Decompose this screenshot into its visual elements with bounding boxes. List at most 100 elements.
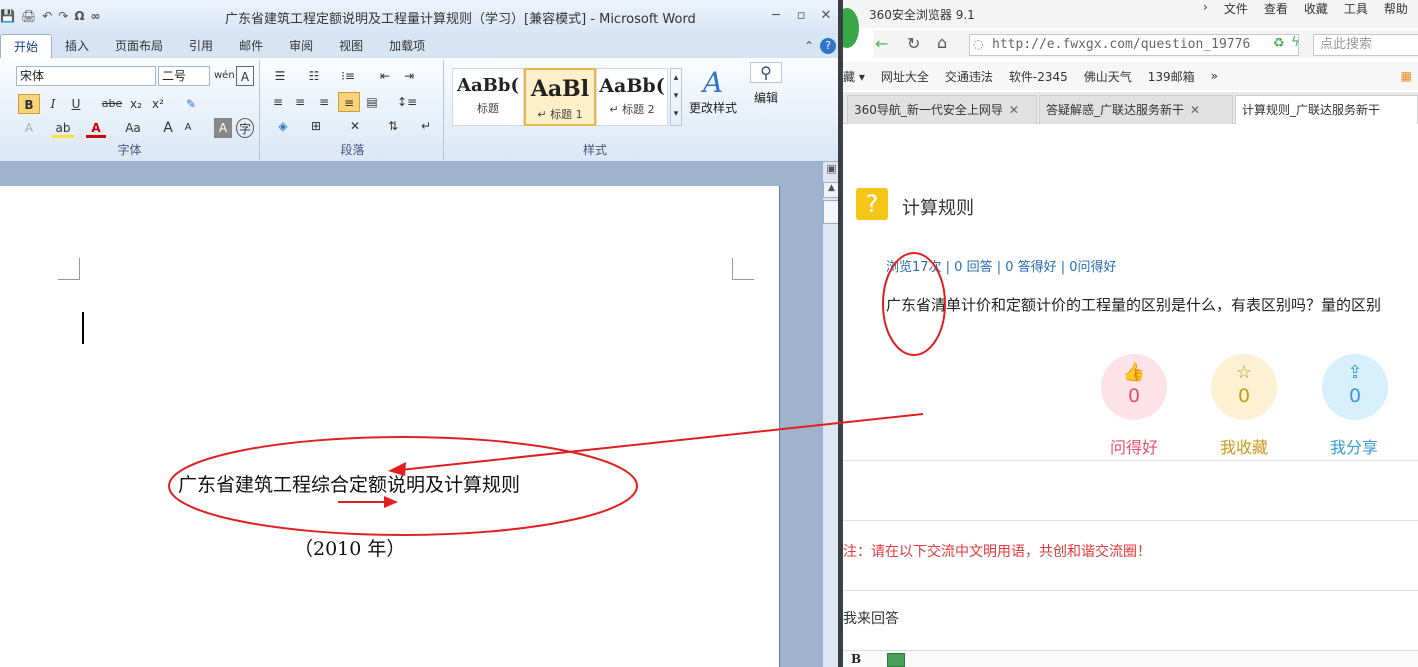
underline-button[interactable]: U bbox=[66, 94, 86, 114]
ribbon-collapse-icon[interactable]: ⌃ bbox=[804, 39, 814, 53]
styles-scroll-icon[interactable]: ▴ ▾ ▾ bbox=[670, 68, 682, 126]
tab-view[interactable]: 视图 bbox=[326, 34, 376, 58]
sort-icon[interactable]: ⇅ bbox=[382, 116, 404, 136]
font-color-button[interactable]: A bbox=[86, 118, 106, 138]
minimize-button[interactable]: ─ bbox=[765, 8, 787, 24]
maximize-button[interactable]: ▫ bbox=[790, 8, 812, 24]
url-input[interactable]: http://e.fwxgx.com/question_19776 bbox=[969, 34, 1299, 56]
borders-icon[interactable]: ⊞ bbox=[304, 116, 328, 136]
browser-logo-icon bbox=[843, 8, 859, 48]
change-styles-button[interactable]: A 更改样式 bbox=[686, 66, 740, 116]
search-input[interactable]: 点此搜索 bbox=[1313, 34, 1418, 56]
align-right-icon[interactable]: ≡ bbox=[314, 92, 334, 112]
style-heading-2[interactable]: AaBb( ↵ 标题 2 bbox=[596, 68, 668, 126]
font-name-select[interactable]: 宋体 bbox=[16, 66, 156, 86]
style-title[interactable]: AaBb( 标题 bbox=[452, 68, 524, 126]
align-center-icon[interactable]: ≡ bbox=[290, 92, 310, 112]
justify-icon[interactable]: ≡ bbox=[338, 92, 360, 112]
bold-button[interactable]: B bbox=[18, 94, 40, 114]
menu-tools[interactable]: 工具 bbox=[1344, 0, 1368, 18]
apps-icon[interactable]: ▦ bbox=[1401, 69, 1412, 83]
grow-font-button[interactable]: A bbox=[160, 118, 176, 138]
good-question-button[interactable]: 👍 0 bbox=[1101, 354, 1167, 420]
tab-mailings[interactable]: 邮件 bbox=[226, 34, 276, 58]
tab-review[interactable]: 审阅 bbox=[276, 34, 326, 58]
link-icon[interactable]: ∞ bbox=[91, 9, 101, 23]
refresh-icon[interactable]: ↻ bbox=[907, 34, 920, 53]
tab-page-layout[interactable]: 页面布局 bbox=[102, 34, 176, 58]
browser-window: 360安全浏览器 9.1 › 文件 查看 收藏 工具 帮助 ← ↻ ⌂ http… bbox=[843, 0, 1418, 667]
help-icon[interactable]: ? bbox=[820, 38, 836, 54]
bookmark-software[interactable]: 软件-2345 bbox=[1009, 68, 1068, 85]
browser-tab-1[interactable]: 360导航_新一代安全上网导 ✕ bbox=[847, 95, 1037, 124]
document-page[interactable] bbox=[0, 186, 780, 667]
clear-format-icon[interactable]: ✎ bbox=[180, 94, 202, 114]
enclose-char-icon[interactable]: 字 bbox=[236, 118, 254, 138]
redo-icon[interactable]: ↷ bbox=[58, 9, 68, 23]
menu-chevron-icon[interactable]: › bbox=[1203, 0, 1208, 18]
back-icon[interactable]: ← bbox=[875, 34, 888, 53]
browser-tab-2[interactable]: 答疑解惑_广联达服务新干 ✕ bbox=[1039, 95, 1233, 124]
font-size-select[interactable]: 二号 bbox=[158, 66, 210, 86]
align-left-icon[interactable]: ≡ bbox=[268, 92, 288, 112]
tab-home[interactable]: 开始 bbox=[0, 34, 53, 58]
recycle-icon[interactable]: ♻ bbox=[1273, 36, 1285, 51]
shrink-font-button[interactable]: A bbox=[180, 118, 196, 138]
home-icon[interactable]: ⌂ bbox=[937, 33, 947, 52]
increase-indent-icon[interactable]: ⇥ bbox=[398, 66, 420, 86]
favorite-label[interactable]: 我收藏 bbox=[1199, 434, 1289, 458]
subscript-button[interactable]: x₂ bbox=[126, 94, 146, 114]
speed-icon[interactable]: ϟ bbox=[1291, 35, 1300, 50]
print-icon[interactable]: 🖨 bbox=[21, 9, 36, 23]
editor-bold-button[interactable]: B bbox=[851, 652, 861, 666]
shading-icon[interactable]: ◈ bbox=[270, 116, 296, 136]
bullets-icon[interactable]: ☰ bbox=[268, 66, 292, 86]
highlight-icon[interactable]: ab bbox=[52, 118, 74, 138]
bookmark-weather[interactable]: 佛山天气 bbox=[1084, 68, 1132, 85]
symbol-icon[interactable]: Ω bbox=[74, 9, 84, 23]
decrease-indent-icon[interactable]: ⇤ bbox=[374, 66, 396, 86]
share-button[interactable]: ⇪ 0 bbox=[1322, 354, 1388, 420]
divider-line bbox=[843, 520, 1418, 521]
tab-insert[interactable]: 插入 bbox=[52, 34, 102, 58]
share-label[interactable]: 我分享 bbox=[1309, 434, 1399, 458]
tab-references[interactable]: 引用 bbox=[176, 34, 226, 58]
tab-addins[interactable]: 加载项 bbox=[376, 34, 438, 58]
char-border-icon[interactable]: A bbox=[236, 66, 254, 86]
close-icon[interactable]: ✕ bbox=[1009, 103, 1019, 117]
italic-button[interactable]: I bbox=[44, 94, 62, 114]
chinese-layout-icon[interactable]: ✕ bbox=[342, 116, 368, 136]
text-effect-icon[interactable]: A bbox=[18, 118, 40, 138]
numbering-icon[interactable]: ☷ bbox=[302, 66, 326, 86]
save-icon[interactable]: 💾 bbox=[0, 9, 15, 23]
phonetic-guide-icon[interactable]: wén bbox=[214, 66, 235, 86]
undo-icon[interactable]: ↶ bbox=[42, 9, 52, 23]
strikethrough-button[interactable]: abe bbox=[100, 94, 124, 114]
style-heading-1[interactable]: AaBl ↵ 标题 1 bbox=[524, 68, 596, 126]
bookmark-mail[interactable]: 139邮箱 bbox=[1148, 68, 1195, 85]
edit-button[interactable]: ⚲ 编辑 bbox=[746, 62, 786, 106]
superscript-button[interactable]: x² bbox=[148, 94, 168, 114]
multilevel-list-icon[interactable]: ⁝≡ bbox=[336, 66, 360, 86]
close-icon[interactable]: ✕ bbox=[1190, 103, 1200, 117]
insert-image-icon[interactable] bbox=[887, 653, 905, 667]
binoculars-icon: ⚲ bbox=[750, 62, 782, 83]
bookmark-favorites[interactable]: 藏 ▾ bbox=[843, 68, 865, 85]
browser-tab-3[interactable]: 计算规则_广联达服务新干 bbox=[1235, 95, 1418, 124]
menu-view[interactable]: 查看 bbox=[1264, 0, 1288, 18]
bookmark-more[interactable]: » bbox=[1211, 69, 1218, 83]
question-stats[interactable]: 浏览17次 | 0 回答 | 0 答得好 | 0问得好 bbox=[886, 256, 1117, 275]
change-case-button[interactable]: Aa bbox=[120, 118, 146, 138]
menu-file[interactable]: 文件 bbox=[1224, 0, 1248, 18]
good-question-label[interactable]: 问得好 bbox=[1089, 434, 1179, 458]
menu-help[interactable]: 帮助 bbox=[1384, 0, 1408, 18]
distributed-icon[interactable]: ▤ bbox=[362, 92, 382, 112]
menu-favorites[interactable]: 收藏 bbox=[1304, 0, 1328, 18]
char-shading-icon[interactable]: A bbox=[214, 118, 232, 138]
line-spacing-icon[interactable]: ↕≡ bbox=[394, 92, 420, 112]
bookmark-traffic[interactable]: 交通违法 bbox=[945, 68, 993, 85]
close-button[interactable]: ✕ bbox=[815, 8, 837, 24]
show-marks-icon[interactable]: ↵ bbox=[416, 116, 436, 136]
favorite-button[interactable]: ☆ 0 bbox=[1211, 354, 1277, 420]
bookmark-nav[interactable]: 网址大全 bbox=[881, 68, 929, 85]
